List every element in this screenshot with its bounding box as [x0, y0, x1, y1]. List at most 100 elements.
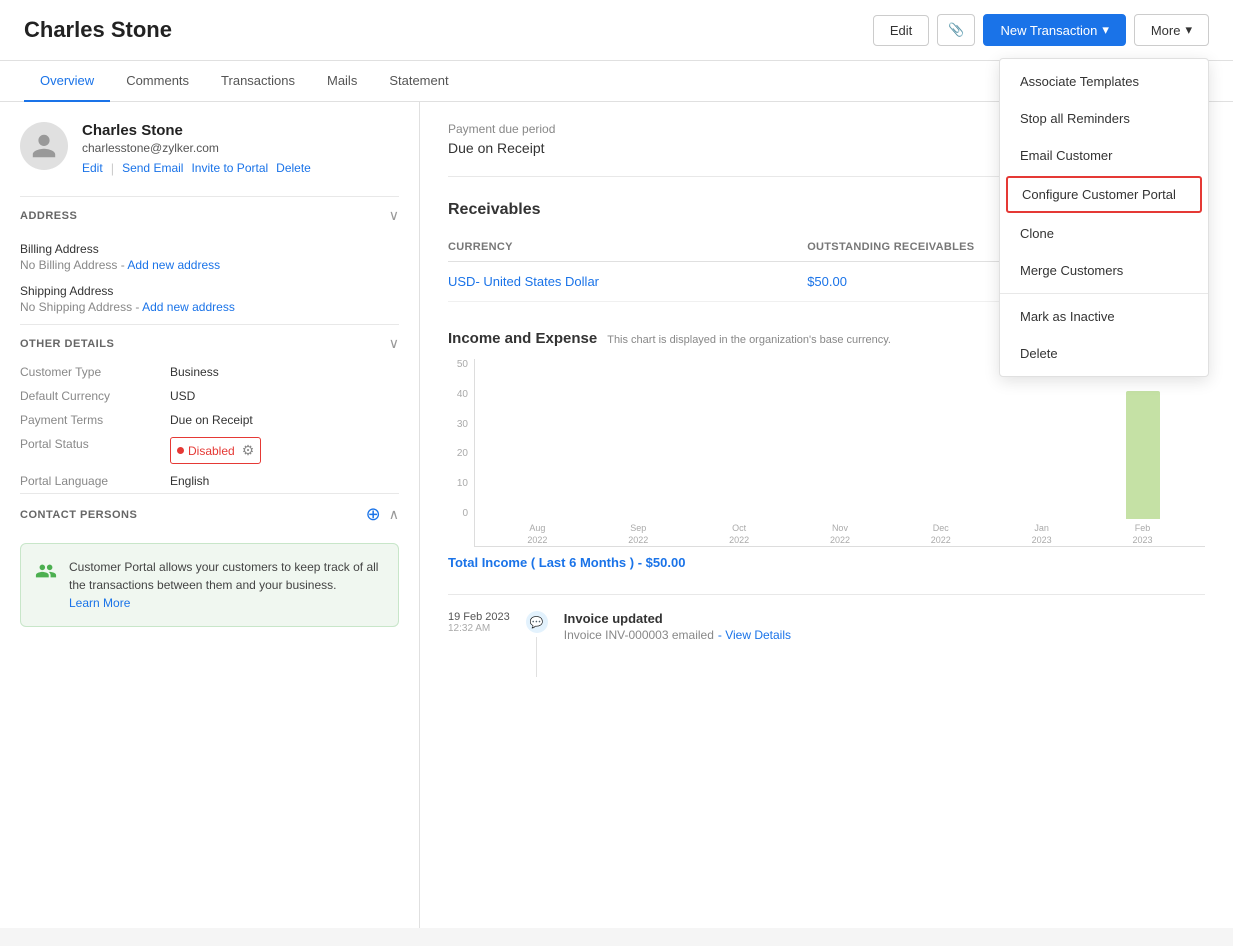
- other-details-title: OTHER DETAILS: [20, 338, 114, 350]
- learn-more-link[interactable]: Learn More: [69, 596, 130, 610]
- timeline-content: Invoice updated Invoice INV-000003 email…: [564, 611, 1205, 677]
- more-menu-container: More ▾ Associate Templates Stop all Remi…: [1134, 14, 1209, 46]
- billing-add-link[interactable]: Add new address: [127, 258, 220, 272]
- contact-persons-title: CONTACT PERSONS: [20, 509, 137, 521]
- chart-y-axis: 50 40 30 20 10 0: [448, 359, 474, 519]
- dropdown-item-email-customer[interactable]: Email Customer: [1000, 137, 1208, 174]
- y-label-40: 40: [448, 389, 468, 400]
- default-currency-label: Default Currency: [20, 389, 170, 403]
- attach-icon: 📎: [948, 22, 964, 38]
- timeline-event-title: Invoice updated: [564, 611, 1205, 626]
- chat-icon: 💬: [530, 616, 544, 629]
- dropdown-item-clone[interactable]: Clone: [1000, 215, 1208, 252]
- shipping-add-link[interactable]: Add new address: [142, 300, 235, 314]
- customer-type-label: Customer Type: [20, 365, 170, 379]
- dropdown-divider: [1000, 293, 1208, 294]
- more-arrow-icon: ▾: [1185, 22, 1192, 38]
- contact-persons-section-header: CONTACT PERSONS ⊕ ∧: [20, 493, 399, 533]
- chart-body: 50 40 30 20 10 0: [448, 359, 1205, 547]
- portal-language-label: Portal Language: [20, 474, 170, 488]
- chart-bar-income-feb: [1126, 391, 1160, 519]
- customer-name: Charles Stone: [82, 122, 311, 139]
- detail-row-portal-status: Portal Status Disabled ⚙: [20, 432, 399, 469]
- detail-row-payment-terms: Payment Terms Due on Receipt: [20, 408, 399, 432]
- timeline-event-desc: Invoice INV-000003 emailed - View Detail…: [564, 628, 1205, 642]
- tab-comments[interactable]: Comments: [110, 61, 205, 102]
- x-label-aug: Aug2022: [527, 523, 547, 546]
- billing-address-value: No Billing Address - Add new address: [20, 258, 399, 272]
- detail-row-default-currency: Default Currency USD: [20, 384, 399, 408]
- person-icon: [30, 132, 58, 160]
- portal-status-value: Disabled ⚙: [170, 437, 261, 464]
- x-label-oct: Oct2022: [729, 523, 749, 546]
- edit-button[interactable]: Edit: [873, 15, 929, 46]
- x-label-dec: Dec2022: [931, 523, 951, 546]
- dropdown-arrow-icon: ▾: [1102, 22, 1109, 38]
- new-transaction-label: New Transaction: [1000, 23, 1097, 38]
- billing-section: Billing Address No Billing Address - Add…: [20, 232, 399, 324]
- portal-language-value: English: [170, 474, 209, 488]
- view-details-link[interactable]: - View Details: [718, 628, 791, 642]
- delete-link[interactable]: Delete: [276, 161, 311, 176]
- dropdown-item-configure-portal[interactable]: Configure Customer Portal: [1006, 176, 1202, 213]
- dropdown-item-delete[interactable]: Delete: [1000, 335, 1208, 372]
- total-income: Total Income ( Last 6 Months ) - $50.00: [448, 555, 1205, 570]
- y-label-50: 50: [448, 359, 468, 370]
- y-label-10: 10: [448, 478, 468, 489]
- more-button[interactable]: More ▾: [1134, 14, 1209, 46]
- other-details-section-header[interactable]: OTHER DETAILS ∨: [20, 324, 399, 360]
- timeline-date-main: 19 Feb 2023: [448, 611, 510, 623]
- new-transaction-button[interactable]: New Transaction ▾: [983, 14, 1125, 46]
- payment-terms-value: Due on Receipt: [170, 413, 253, 427]
- send-email-link[interactable]: Send Email: [122, 161, 183, 176]
- tab-transactions[interactable]: Transactions: [205, 61, 311, 102]
- y-label-0: 0: [448, 508, 468, 519]
- invite-portal-link[interactable]: Invite to Portal: [191, 161, 268, 176]
- tab-overview[interactable]: Overview: [24, 61, 110, 102]
- edit-link[interactable]: Edit: [82, 161, 103, 176]
- chart-subtitle: This chart is displayed in the organizat…: [607, 334, 891, 346]
- dropdown-item-merge-customers[interactable]: Merge Customers: [1000, 252, 1208, 289]
- gear-icon[interactable]: ⚙: [242, 442, 255, 459]
- timeline-date: 19 Feb 2023 12:32 AM: [448, 611, 510, 677]
- address-section-header[interactable]: ADDRESS ∨: [20, 196, 399, 232]
- detail-row-customer-type: Customer Type Business: [20, 360, 399, 384]
- receivables-currency[interactable]: USD- United States Dollar: [448, 262, 807, 302]
- x-label-jan: Jan2023: [1032, 523, 1052, 546]
- attach-button[interactable]: 📎: [937, 14, 975, 46]
- timeline-item: 19 Feb 2023 12:32 AM 💬 Invoice updated I…: [448, 611, 1205, 677]
- timeline-connector: 💬: [526, 611, 548, 677]
- detail-row-portal-language: Portal Language English: [20, 469, 399, 493]
- x-label-nov: Nov2022: [830, 523, 850, 546]
- portal-disabled-text: Disabled: [188, 444, 235, 458]
- tab-statement[interactable]: Statement: [373, 61, 464, 102]
- status-dot-icon: [177, 447, 184, 454]
- chart-x-labels: Aug2022 Sep2022 Oct2022 Nov2022 Dec2022 …: [475, 519, 1205, 546]
- customer-details: Charles Stone charlesstone@zylker.com Ed…: [82, 122, 311, 176]
- add-contact-icon[interactable]: ⊕: [366, 504, 381, 525]
- contact-chevron-icon: ∧: [389, 506, 399, 523]
- x-label-sep: Sep2022: [628, 523, 648, 546]
- tab-mails[interactable]: Mails: [311, 61, 373, 102]
- shipping-address-label: Shipping Address: [20, 284, 399, 298]
- y-label-30: 30: [448, 419, 468, 430]
- dropdown-item-stop-reminders[interactable]: Stop all Reminders: [1000, 100, 1208, 137]
- x-label-feb: Feb2023: [1132, 523, 1152, 546]
- chart-title: Income and Expense: [448, 330, 597, 347]
- more-dropdown-menu: Associate Templates Stop all Reminders E…: [999, 58, 1209, 377]
- other-details-chevron-icon: ∨: [389, 335, 399, 352]
- dropdown-item-associate-templates[interactable]: Associate Templates: [1000, 63, 1208, 100]
- portal-info-box: Customer Portal allows your customers to…: [20, 543, 399, 627]
- customer-info: Charles Stone charlesstone@zylker.com Ed…: [20, 122, 399, 176]
- y-label-20: 20: [448, 448, 468, 459]
- other-details-fields: Customer Type Business Default Currency …: [20, 360, 399, 493]
- portal-info-text: Customer Portal allows your customers to…: [69, 558, 384, 612]
- portal-info-icon: [35, 560, 57, 612]
- address-title: ADDRESS: [20, 210, 77, 222]
- more-label: More: [1151, 23, 1181, 38]
- chart-bar-feb-2023: [1092, 391, 1193, 519]
- header-actions: Edit 📎 New Transaction ▾ More ▾ Associat…: [873, 14, 1209, 46]
- dropdown-item-mark-inactive[interactable]: Mark as Inactive: [1000, 298, 1208, 335]
- col-currency: CURRENCY: [448, 233, 807, 262]
- avatar: [20, 122, 68, 170]
